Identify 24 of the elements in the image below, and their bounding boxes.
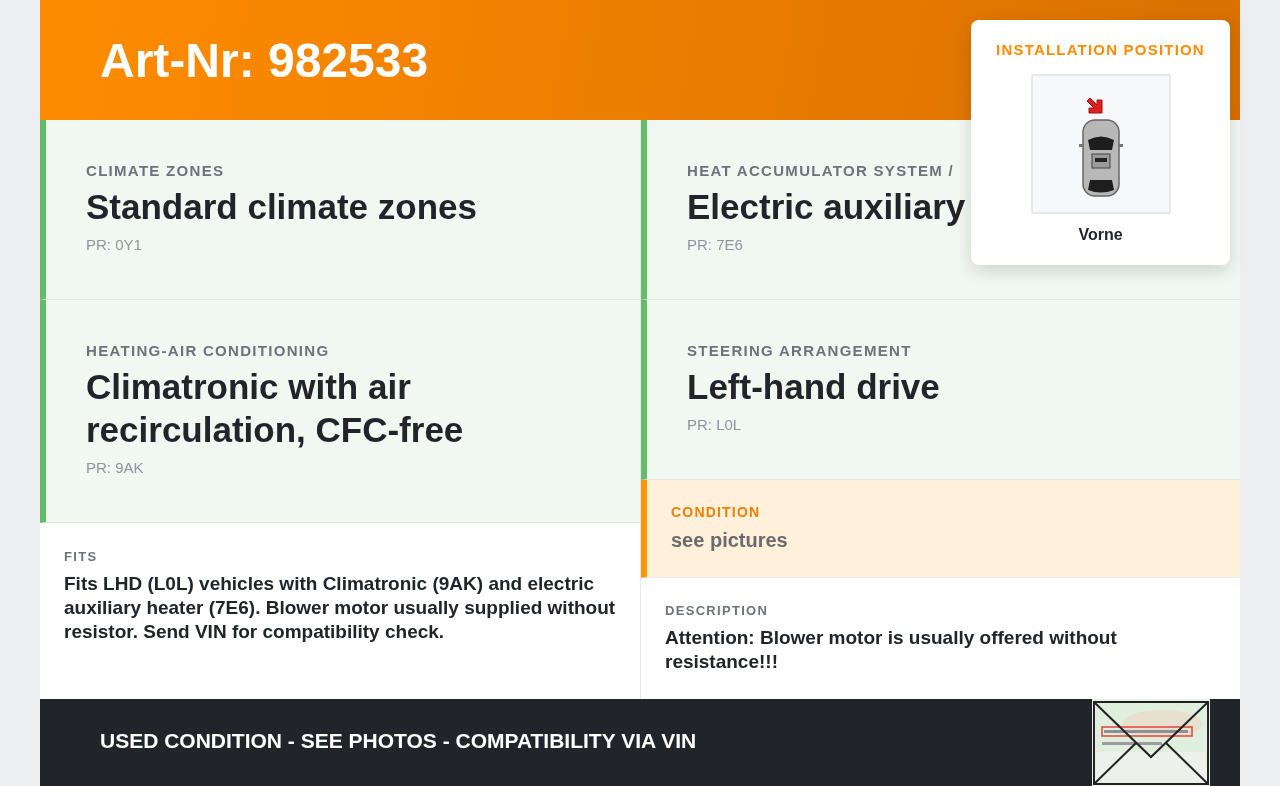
section-text: Attention: Blower motor is usually offered without resistance!!! (665, 626, 1118, 674)
arrow-icon (1084, 96, 1105, 116)
option-code: PR: 0Y1 (86, 236, 143, 253)
popup-title: INSTALLATION POSITION (996, 41, 1205, 58)
option-value: Electric auxiliary (687, 186, 967, 228)
car-icon (1078, 118, 1123, 198)
option-code: PR: 7E6 (687, 236, 744, 253)
section-text: Fits LHD (L0L) vehicles with Climatronic (9AK) and electric auxiliary heater (7E6). Blower motor usually supplied without resistor. Send VIN for compatibility check. (64, 572, 617, 644)
position-caption: Vorne (1078, 226, 1123, 244)
option-code: PR: L0L (687, 416, 743, 433)
option-label: HEAT ACCUMULATOR SYSTEM / (687, 162, 955, 179)
option-value: Climatronic with air recirculation, CFC-free (86, 366, 465, 451)
condition-label: CONDITION (671, 504, 762, 520)
article-number: Art-Nr: 982533 (100, 32, 429, 88)
condition-value: see pictures (671, 529, 789, 552)
option-label: HEATING-AIR CONDITIONING (86, 342, 331, 359)
option-label: STEERING ARRANGEMENT (687, 342, 913, 359)
option-value: Left-hand drive (687, 366, 941, 408)
footer-text: USED CONDITION - SEE PHOTOS - COMPATIBILITY VIA VIN (100, 729, 697, 753)
option-code: PR: 9AK (86, 459, 145, 476)
option-value: Standard climate zones (86, 186, 478, 228)
option-label: CLIMATE ZONES (86, 162, 226, 179)
section-label: DESCRIPTION (665, 603, 770, 618)
section-label: FITS (64, 549, 99, 564)
